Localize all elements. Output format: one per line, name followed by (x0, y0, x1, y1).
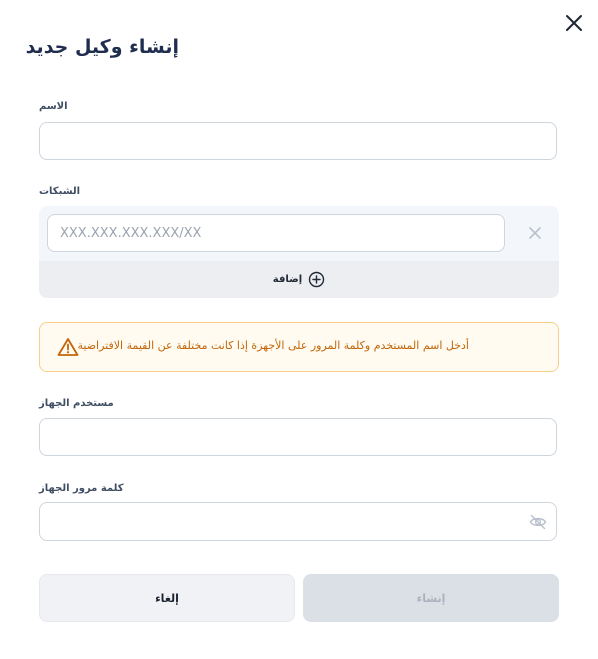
device-password-label: كلمة مرور الجهاز (39, 483, 124, 494)
create-agent-dialog: إنشاء وكيل جديد الاسم الشبكات XXX.XXX.XX… (0, 0, 598, 659)
device-password-input[interactable] (39, 502, 557, 541)
device-user-input[interactable] (39, 418, 557, 456)
name-label: الاسم (39, 101, 68, 112)
create-button[interactable]: إنشاء (303, 574, 559, 622)
network-input-placeholder: XXX.XXX.XXX.XXX/XX (60, 225, 202, 241)
networks-label: الشبكات (39, 186, 81, 197)
add-network-label: إضافة (272, 274, 303, 285)
name-input[interactable] (39, 122, 557, 160)
warning-triangle-icon (57, 337, 79, 357)
networks-panel: XXX.XXX.XXX.XXX/XX إضافة (39, 206, 559, 298)
warning-banner: أدخل اسم المستخدم وكلمة المرور على الأجه… (39, 322, 559, 372)
device-user-label: مستخدم الجهاز (39, 398, 114, 409)
eye-off-icon[interactable] (529, 514, 547, 530)
close-icon[interactable] (564, 13, 584, 33)
warning-text: أدخل اسم المستخدم وكلمة المرور على الأجه… (77, 339, 470, 352)
network-input[interactable]: XXX.XXX.XXX.XXX/XX (47, 214, 505, 252)
cancel-button[interactable]: إلغاء (39, 574, 295, 622)
dialog-title: إنشاء وكيل جديد (25, 36, 179, 58)
close-icon[interactable] (527, 225, 543, 241)
plus-circle-icon (308, 271, 325, 288)
add-network-button[interactable]: إضافة (39, 261, 559, 298)
dialog-title-wrap: إنشاء وكيل جديد (26, 36, 179, 62)
